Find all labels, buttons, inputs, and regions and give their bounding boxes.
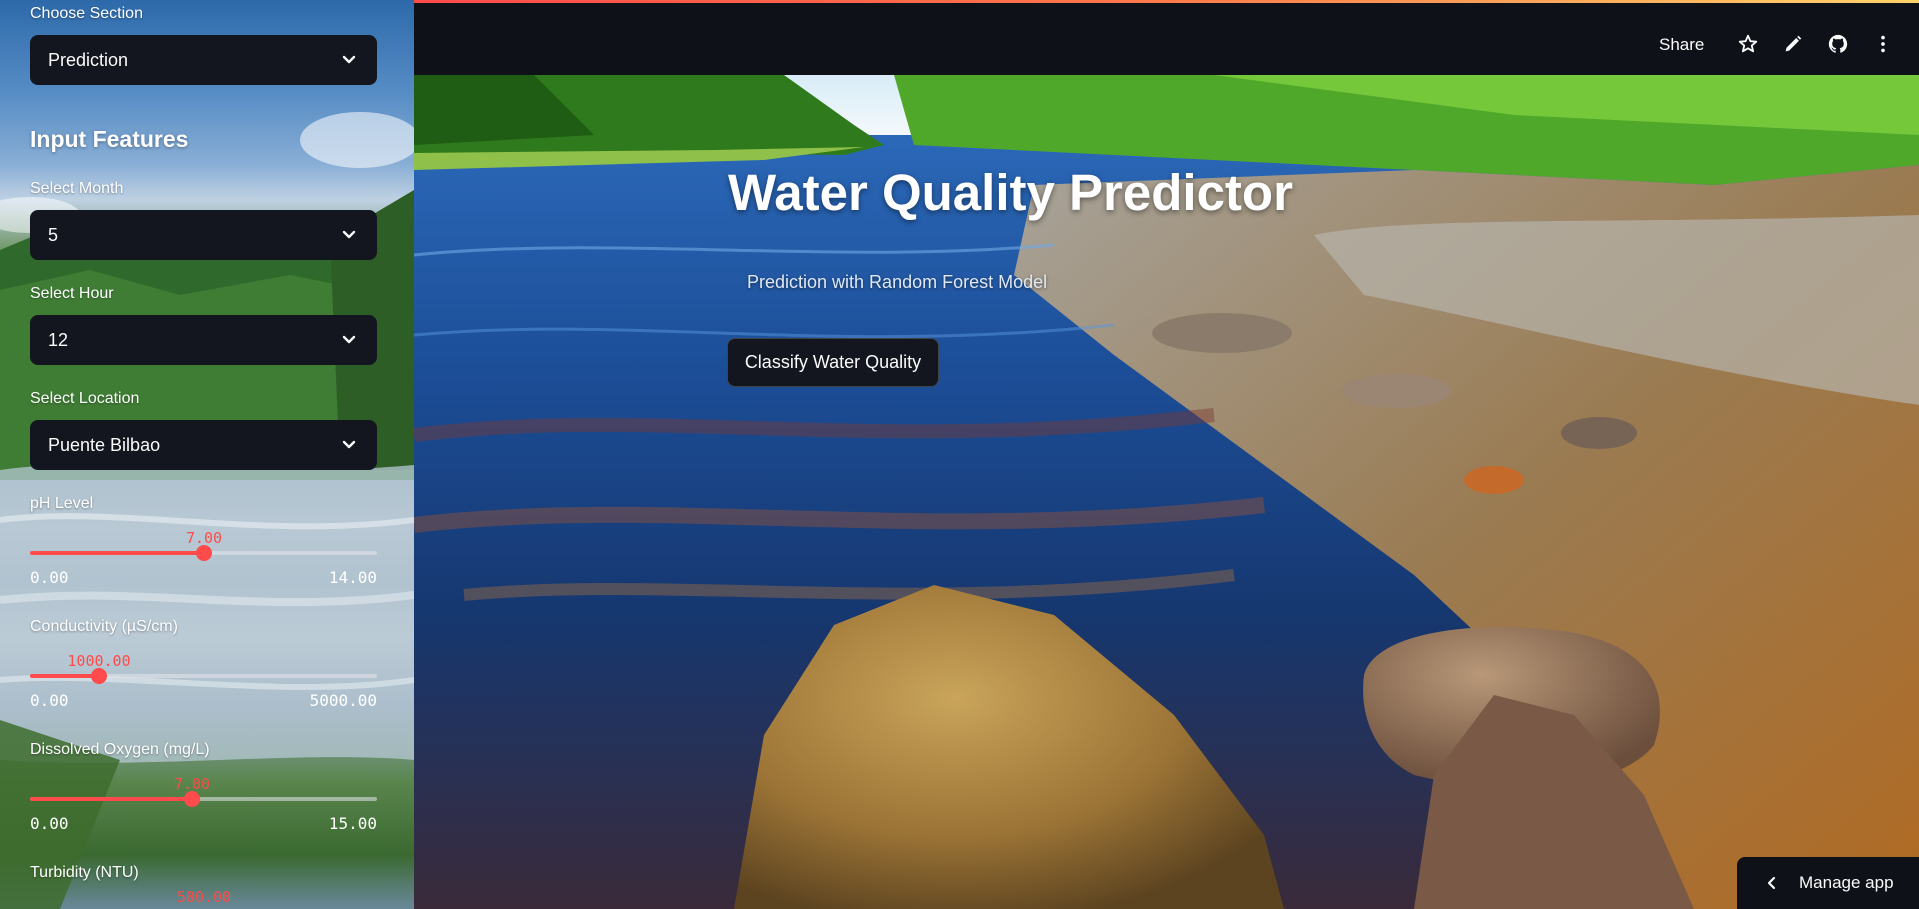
month-select-value: 5 bbox=[48, 224, 59, 245]
hour-label: Select Hour bbox=[30, 285, 114, 302]
dissolved-oxygen-slider[interactable]: 7.00 0.00 15.00 bbox=[30, 761, 377, 833]
pencil-icon[interactable] bbox=[1782, 33, 1804, 55]
turbidity-label: Turbidity (NTU) bbox=[30, 864, 139, 881]
dissolved-oxygen-label: Dissolved Oxygen (mg/L) bbox=[30, 741, 210, 758]
conductivity-slider[interactable]: 1000.00 0.00 5000.00 bbox=[30, 638, 377, 710]
slider-min: 0.00 bbox=[30, 691, 69, 710]
app-header: Share bbox=[414, 0, 1919, 75]
slider-fill bbox=[30, 551, 204, 555]
ph-slider[interactable]: 7.00 0.00 14.00 bbox=[30, 515, 377, 587]
hour-select[interactable]: 12 bbox=[30, 315, 377, 365]
manage-app-label: Manage app bbox=[1799, 873, 1894, 892]
section-select-value: Prediction bbox=[48, 49, 129, 70]
chevron-down-icon bbox=[342, 440, 356, 449]
slider-min: 0.00 bbox=[30, 568, 69, 587]
slider-min: 0.00 bbox=[30, 814, 69, 833]
slider-value: 500.00 bbox=[176, 888, 232, 906]
slider-thumb[interactable] bbox=[91, 668, 107, 684]
slider-thumb[interactable] bbox=[196, 545, 212, 561]
section-label: Choose Section bbox=[30, 5, 143, 22]
month-label: Select Month bbox=[30, 180, 124, 197]
location-select[interactable]: Puente Bilbao bbox=[30, 420, 377, 470]
chevron-down-icon bbox=[342, 335, 356, 344]
conductivity-label: Conductivity (µS/cm) bbox=[30, 618, 178, 635]
star-icon[interactable] bbox=[1737, 33, 1759, 55]
classify-water-quality-button[interactable]: Classify Water Quality bbox=[727, 338, 939, 387]
slider-max: 5000.00 bbox=[309, 691, 377, 710]
section-select[interactable]: Prediction bbox=[30, 35, 377, 85]
page-title: Water Quality Predictor bbox=[728, 164, 1293, 221]
location-label: Select Location bbox=[30, 390, 140, 407]
chevron-left-icon bbox=[1767, 876, 1776, 890]
slider-fill bbox=[30, 674, 99, 678]
share-button[interactable]: Share bbox=[1659, 35, 1704, 55]
manage-app-button[interactable]: Manage app bbox=[1737, 857, 1919, 909]
page-subtitle: Prediction with Random Forest Model bbox=[747, 272, 1048, 292]
location-select-value: Puente Bilbao bbox=[48, 434, 161, 455]
header-accent-bar bbox=[414, 0, 1919, 3]
chevron-down-icon bbox=[342, 230, 356, 239]
more-vertical-icon[interactable] bbox=[1872, 33, 1894, 55]
input-features-heading: Input Features bbox=[30, 126, 189, 152]
slider-max: 14.00 bbox=[328, 568, 377, 587]
slider-fill bbox=[30, 797, 192, 801]
slider-max: 15.00 bbox=[328, 814, 377, 833]
github-icon[interactable] bbox=[1827, 33, 1849, 55]
ph-label: pH Level bbox=[30, 495, 94, 512]
turbidity-slider[interactable]: 500.00 bbox=[30, 881, 377, 909]
hour-select-value: 12 bbox=[48, 329, 69, 350]
chevron-down-icon bbox=[342, 55, 356, 64]
sidebar: Choose Section Prediction Input Features… bbox=[0, 0, 414, 909]
slider-thumb[interactable] bbox=[184, 791, 200, 807]
month-select[interactable]: 5 bbox=[30, 210, 377, 260]
